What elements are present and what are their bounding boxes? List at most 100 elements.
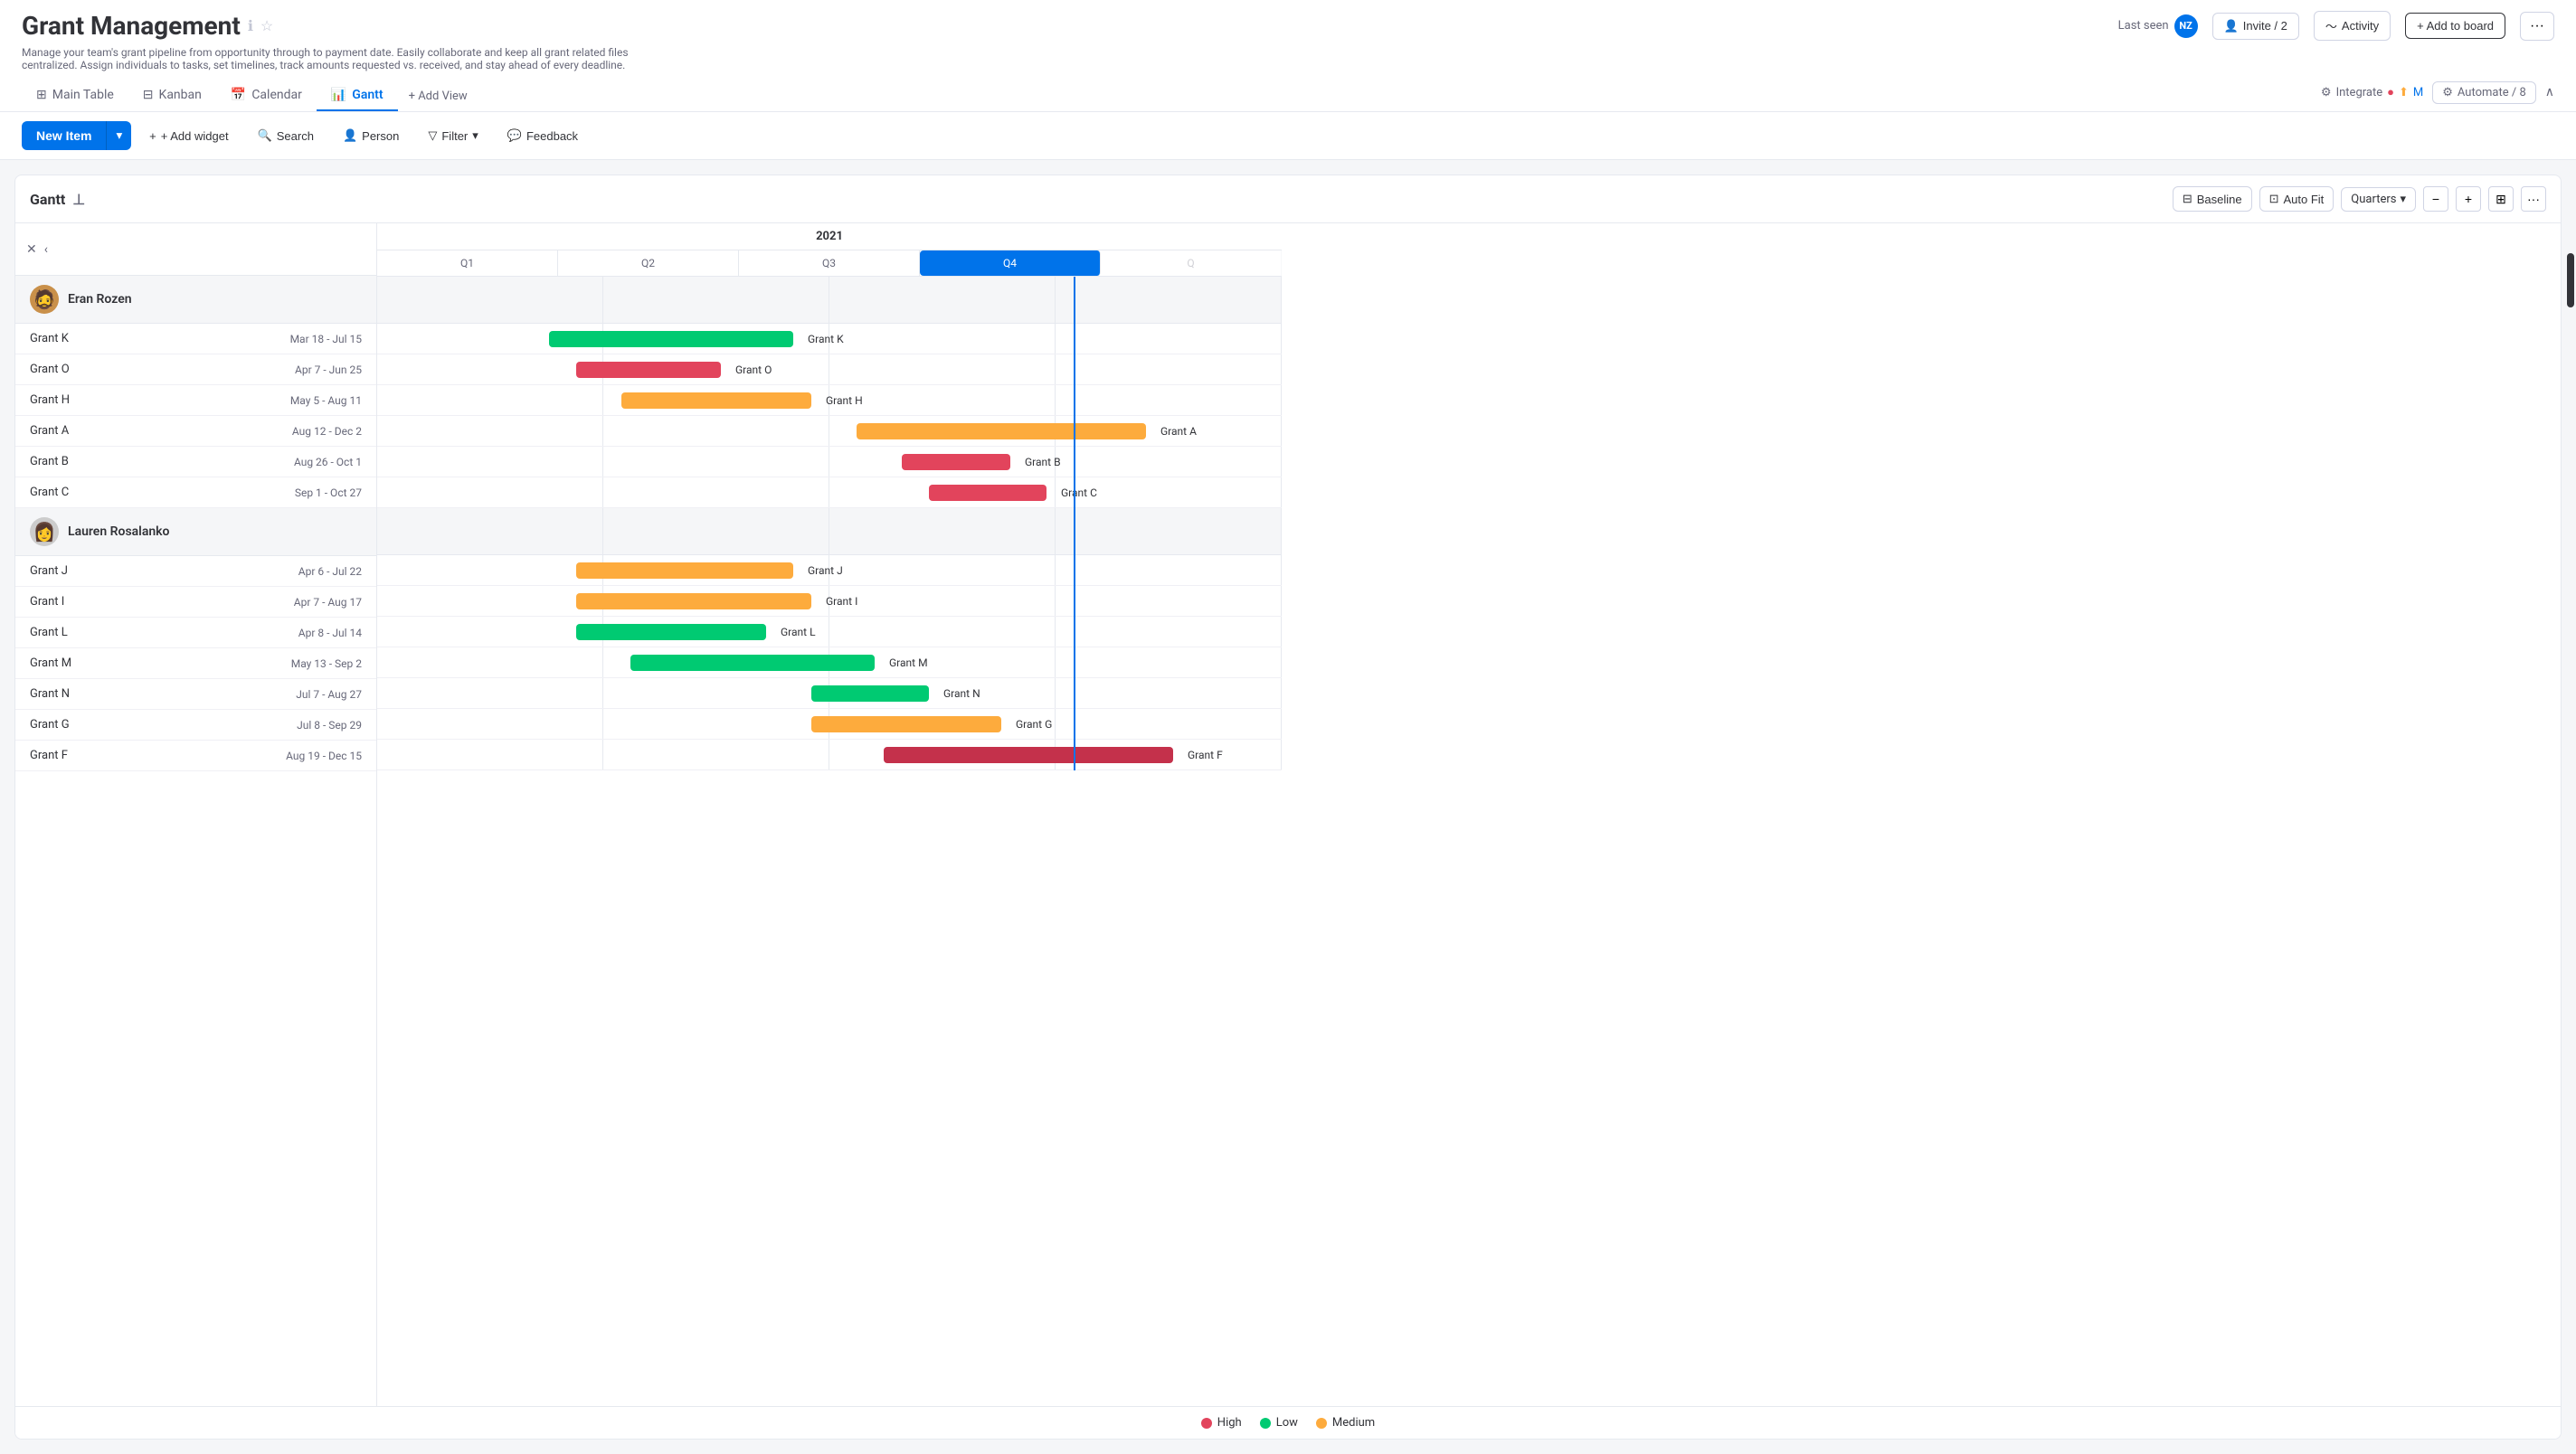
grant-row-i: Grant I Apr 7 - Aug 17	[15, 587, 376, 618]
left-header: ✕ ‹	[15, 223, 376, 276]
bar-grant-h[interactable]	[621, 392, 811, 409]
bar-label-grant-c: Grant C	[1061, 486, 1097, 499]
bar-grant-o[interactable]	[576, 362, 721, 378]
grant-row-b: Grant B Aug 26 - Oct 1	[15, 447, 376, 477]
automate-icon: ⚙	[2442, 86, 2453, 99]
bar-grant-i[interactable]	[576, 593, 811, 609]
bar-label-grant-b: Grant B	[1025, 456, 1061, 468]
calendar-icon: 📅	[231, 88, 246, 102]
gantt-controls: ⊟ Baseline ⊡ Auto Fit Quarters ▾ − + ⊞ ·…	[2173, 186, 2546, 212]
bar-grant-b[interactable]	[902, 454, 1010, 470]
tab-calendar[interactable]: 📅 Calendar	[216, 80, 317, 111]
bar-label-grant-m: Grant M	[889, 656, 928, 669]
gantt-header-bar: Gantt ⊥ ⊟ Baseline ⊡ Auto Fit Quarters ▾…	[15, 175, 2561, 223]
timeline-row-grant-f: Grant F	[377, 740, 1282, 770]
bar-label-grant-g: Grant G	[1016, 718, 1052, 731]
today-line	[1074, 277, 1075, 770]
bar-grant-c[interactable]	[929, 485, 1046, 501]
table-icon: ⊞	[36, 88, 47, 102]
gantt-container: Gantt ⊥ ⊟ Baseline ⊡ Auto Fit Quarters ▾…	[14, 175, 2562, 1440]
quarters-select[interactable]: Quarters ▾	[2341, 187, 2416, 212]
add-widget-icon: +	[149, 129, 156, 143]
filter-icon: ▽	[428, 128, 437, 143]
automate-button[interactable]: ⚙ Automate / 8	[2432, 81, 2536, 104]
bar-label-grant-o: Grant O	[735, 364, 772, 376]
add-view-button[interactable]: + Add View	[398, 82, 478, 110]
bar-label-grant-l: Grant L	[781, 626, 816, 638]
timeline-row-grant-o: Grant O	[377, 354, 1282, 385]
bar-label-grant-n: Grant N	[943, 687, 980, 700]
bar-label-grant-i: Grant I	[826, 595, 857, 608]
info-icon[interactable]: ℹ	[248, 17, 253, 34]
tab-gantt[interactable]: 📊 Gantt	[317, 80, 398, 111]
year-row: 2021	[377, 223, 1282, 250]
title-left: Grant Management ℹ ☆	[22, 11, 273, 41]
bar-grant-j[interactable]	[576, 562, 793, 579]
timeline-row-grant-k: Grant K	[377, 324, 1282, 354]
activity-icon: 〜	[2325, 17, 2337, 34]
bar-grant-n[interactable]	[811, 685, 929, 702]
quarter-q3: Q3	[739, 250, 920, 276]
gantt-left-panel: ✕ ‹ 🧔 Eran Rozen Grant K Mar 18 - Jul 15…	[15, 223, 377, 1406]
save-view-button[interactable]: ⊞	[2488, 186, 2514, 212]
timeline-wrapper: 2021 Q1 Q2 Q3 Q4 Q	[377, 223, 1282, 770]
gantt-filter-icon: ⊥	[72, 191, 85, 208]
gantt-right-panel[interactable]: 2021 Q1 Q2 Q3 Q4 Q	[377, 223, 2561, 1406]
add-board-button[interactable]: + Add to board	[2405, 13, 2505, 39]
timeline-row-grant-g: Grant G	[377, 709, 1282, 740]
person-button[interactable]: 👤 Person	[332, 122, 410, 149]
timeline-row-grant-i: Grant I	[377, 586, 1282, 617]
timeline-row-grant-a: Grant A	[377, 416, 1282, 447]
grant-row-k: Grant K Mar 18 - Jul 15	[15, 324, 376, 354]
timeline-person-row-lauren	[377, 508, 1282, 555]
feedback-button[interactable]: 💬 Feedback	[497, 122, 589, 149]
bar-grant-m[interactable]	[630, 655, 875, 671]
zoom-in-button[interactable]: +	[2456, 186, 2481, 212]
timeline-row-grant-j: Grant J	[377, 555, 1282, 586]
baseline-button[interactable]: ⊟ Baseline	[2173, 186, 2252, 212]
gantt-title: Gantt ⊥	[30, 191, 85, 208]
new-item-button[interactable]: New Item	[22, 121, 106, 150]
tab-kanban[interactable]: ⊟ Kanban	[128, 80, 216, 111]
tab-right-controls: ⚙ Integrate ● ⬆ M ⚙ Automate / 8 ∧	[2321, 81, 2554, 111]
baseline-icon: ⊟	[2183, 192, 2192, 206]
app-title: Grant Management	[22, 11, 241, 41]
grant-row-f: Grant F Aug 19 - Dec 15	[15, 741, 376, 771]
search-button[interactable]: 🔍 Search	[247, 122, 325, 149]
legend-low: Low	[1260, 1416, 1298, 1430]
bar-grant-g[interactable]	[811, 716, 1001, 732]
last-seen: Last seen NZ	[2118, 14, 2198, 38]
bar-grant-f[interactable]	[884, 747, 1173, 763]
invite-button[interactable]: 👤 Invite / 2	[2212, 13, 2299, 40]
quarter-q2: Q2	[558, 250, 739, 276]
more-options-button[interactable]: ···	[2520, 12, 2554, 41]
star-icon[interactable]: ☆	[260, 17, 273, 34]
person-icon: 👤	[2224, 19, 2239, 33]
tab-main-table[interactable]: ⊞ Main Table	[22, 80, 128, 111]
filter-chevron: ▾	[472, 128, 478, 143]
person-name-lauren: Lauren Rosalanko	[68, 524, 169, 539]
bar-grant-l[interactable]	[576, 624, 766, 640]
avatar-lauren: 👩	[30, 517, 59, 546]
legend: High Low Medium	[15, 1406, 2561, 1439]
activity-button[interactable]: 〜 Activity	[2314, 11, 2391, 41]
bar-grant-k[interactable]	[549, 331, 793, 347]
timeline-row-grant-l: Grant L	[377, 617, 1282, 647]
title-row: Grant Management ℹ ☆ Last seen NZ 👤 Invi…	[22, 11, 2554, 41]
new-item-dropdown-button[interactable]: ▾	[106, 121, 131, 150]
grant-row-c: Grant C Sep 1 - Oct 27	[15, 477, 376, 508]
auto-fit-button[interactable]: ⊡ Auto Fit	[2259, 186, 2334, 212]
integrate-button[interactable]: ⚙ Integrate ● ⬆ M	[2321, 85, 2423, 99]
gantt-more-button[interactable]: ···	[2521, 186, 2546, 212]
add-widget-button[interactable]: + + Add widget	[138, 123, 239, 149]
timeline-body: Grant K Grant O	[377, 277, 1282, 770]
bar-label-grant-a: Grant A	[1160, 425, 1197, 438]
person-row-lauren: 👩 Lauren Rosalanko	[15, 508, 376, 556]
expand-icon[interactable]: ‹	[44, 242, 48, 257]
filter-button[interactable]: ▽ Filter ▾	[417, 122, 488, 149]
zoom-out-button[interactable]: −	[2423, 186, 2448, 212]
toolbar: New Item ▾ + + Add widget 🔍 Search 👤 Per…	[0, 112, 2576, 160]
bar-grant-a[interactable]	[857, 423, 1146, 439]
collapse-button[interactable]: ∧	[2545, 85, 2554, 99]
collapse-left-icon[interactable]: ✕	[26, 242, 37, 257]
